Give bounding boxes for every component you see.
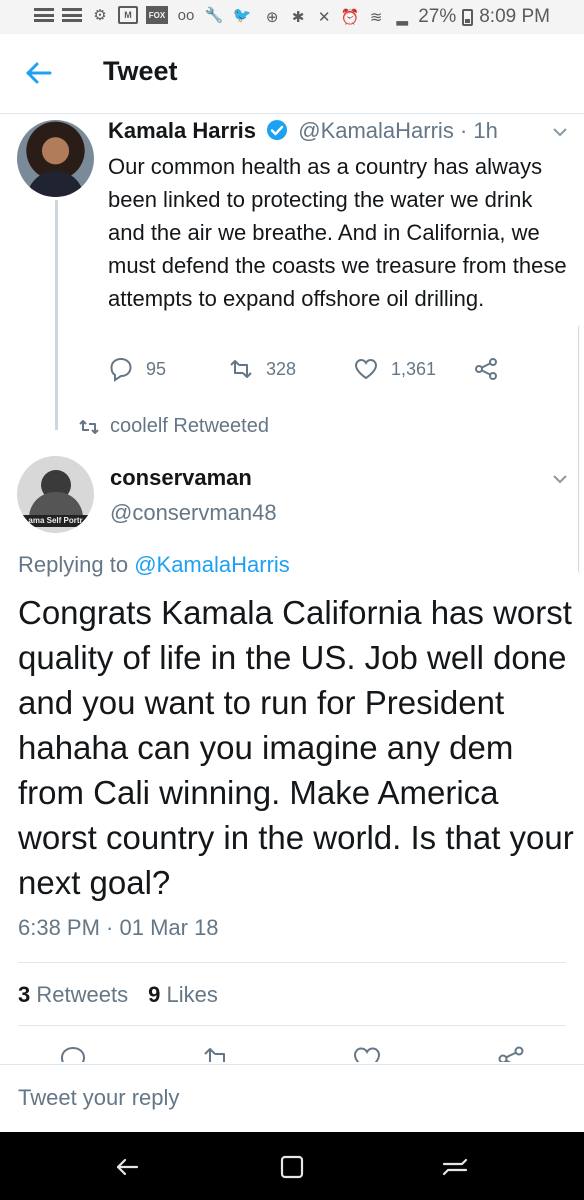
voicemail-icon: oo — [177, 6, 195, 24]
heart-icon[interactable] — [352, 1044, 382, 1062]
like-count: 1,361 — [391, 358, 437, 379]
reply-icon — [110, 357, 132, 382]
twitter-icon: 🐦 — [232, 7, 252, 24]
retweet-icon — [230, 360, 252, 378]
reply-input[interactable]: Tweet your reply — [18, 1085, 179, 1111]
mention-link[interactable]: @KamalaHarris — [134, 552, 290, 577]
reply-count: 95 — [146, 358, 167, 379]
avatar[interactable] — [17, 120, 94, 197]
like-button[interactable]: 1,361 — [353, 356, 436, 382]
author-handle[interactable]: @KamalaHarris — [298, 118, 454, 143]
back-nav-icon[interactable] — [112, 1152, 142, 1182]
share-button[interactable] — [473, 356, 499, 382]
likes-stat[interactable]: 9 Likes — [148, 982, 218, 1008]
notification-icons: ⚙ M FOX oo 🔧 🐦 — [34, 6, 252, 24]
retweets-label: Retweets — [36, 982, 129, 1007]
tweet-text: Congrats Kamala California has worst qua… — [18, 594, 574, 901]
wifi-icon: ≋ — [369, 9, 383, 26]
reply-button[interactable]: 95 — [108, 356, 166, 382]
author-handle[interactable]: @conservman48 — [110, 500, 277, 526]
page-title: Tweet — [103, 56, 178, 86]
status-bar: ⚙ M FOX oo 🔧 🐦 ⊕ ✱ ✕ ⏰ ≋ ▂ 27% 8:09 PM — [0, 0, 584, 34]
wrench-icon: 🔧 — [204, 7, 224, 24]
retweeted-by-line[interactable]: coolelf Retweeted — [78, 415, 269, 438]
battery-percent: 27% — [418, 6, 457, 27]
tweet-text: Our common health as a country has alway… — [108, 154, 567, 311]
retweeted-by-label: coolelf Retweeted — [110, 415, 269, 437]
chevron-down-icon[interactable] — [552, 473, 568, 485]
menu-lines-icon — [62, 8, 82, 22]
tweet-age: · 1h — [459, 118, 498, 143]
retweet-count: 328 — [266, 358, 297, 379]
tweet-author-line: Kamala Harris @KamalaHarris · 1h — [108, 118, 498, 144]
tweet-timestamp: 6:38 PM · 01 Mar 18 — [18, 915, 219, 940]
author-name[interactable]: Kamala Harris — [108, 118, 256, 143]
replying-to-line: Replying to @KamalaHarris — [18, 552, 290, 578]
reply-composer[interactable]: Tweet your reply — [0, 1064, 584, 1132]
engagement-stats: 3 Retweets 9 Likes — [18, 982, 218, 1008]
data-saver-icon: ⊕ — [265, 9, 279, 26]
divider — [18, 1025, 566, 1026]
retweet-button[interactable]: 328 — [228, 356, 296, 382]
gmail-icon: M — [118, 6, 138, 24]
mute-icon: ✕ — [317, 9, 331, 26]
avatar[interactable]: ama Self Portr — [17, 456, 94, 533]
system-status: ⊕ ✱ ✕ ⏰ ≋ ▂ 27% 8:09 PM — [262, 6, 550, 28]
retweet-small-icon — [79, 419, 99, 434]
retweets-count: 3 — [18, 982, 31, 1007]
alarm-icon: ⏰ — [340, 9, 360, 26]
settings-icon: ⚙ — [93, 7, 107, 24]
retweets-stat[interactable]: 3 Retweets — [18, 982, 128, 1008]
tweet-actions — [0, 1040, 584, 1062]
likes-label: Likes — [166, 982, 218, 1007]
retweet-icon[interactable] — [202, 1044, 232, 1062]
share-icon[interactable] — [496, 1044, 526, 1062]
system-nav-bar — [0, 1132, 584, 1200]
menu-lines-icon — [34, 8, 54, 22]
chevron-down-icon[interactable] — [552, 126, 568, 138]
replying-to-prefix: Replying to — [18, 552, 135, 577]
verified-badge-icon — [267, 120, 288, 140]
clock: 8:09 PM — [479, 6, 550, 27]
author-name[interactable]: conservaman — [110, 465, 252, 491]
divider — [18, 962, 566, 963]
fox-news-icon: FOX — [146, 6, 168, 24]
battery-icon — [462, 8, 474, 26]
signal-icon: ▂ — [396, 9, 408, 26]
share-icon — [475, 358, 497, 380]
app-header: Tweet — [0, 34, 584, 114]
bluetooth-icon: ✱ — [291, 9, 305, 26]
tweet-actions: 95 328 1,361 — [108, 356, 508, 384]
home-nav-icon[interactable] — [277, 1152, 307, 1182]
recents-nav-icon[interactable] — [440, 1152, 470, 1182]
thread-connector — [55, 200, 58, 430]
scrollbar[interactable] — [578, 325, 584, 573]
avatar-caption: ama Self Portr — [17, 515, 94, 527]
back-arrow-icon[interactable] — [22, 56, 56, 90]
reply-icon[interactable] — [58, 1044, 88, 1062]
heart-icon — [354, 358, 378, 380]
likes-count: 9 — [148, 982, 161, 1007]
